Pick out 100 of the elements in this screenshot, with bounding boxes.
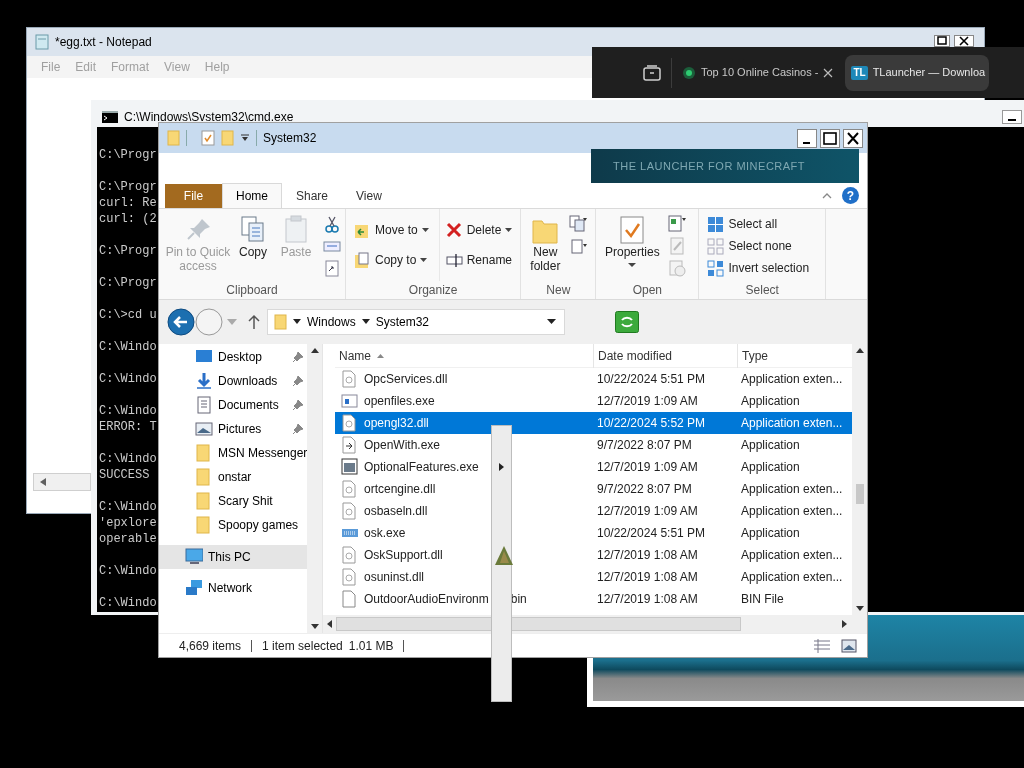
file-date: 12/7/2019 1:09 AM — [596, 393, 699, 410]
address-bar[interactable]: Windows System32 — [267, 309, 565, 335]
breadcrumb[interactable]: Windows — [307, 313, 356, 331]
ribbon-button[interactable]: New folder — [525, 209, 566, 281]
edit-icon[interactable] — [668, 237, 687, 255]
console-line: C:\Windo — [99, 451, 157, 467]
group-label: Organize — [407, 282, 459, 299]
site-logo: TL — [851, 65, 868, 80]
column-header[interactable]: Name — [335, 344, 593, 368]
close-icon[interactable] — [823, 67, 834, 78]
up-arrow-icon — [855, 348, 864, 353]
tab-group-icon[interactable] — [643, 64, 661, 81]
recent-locations-icon[interactable] — [227, 319, 237, 325]
down-arrow-icon — [310, 624, 319, 629]
ribbon-tab[interactable]: View — [342, 184, 396, 208]
horizontal-scrollbar[interactable] — [33, 473, 91, 491]
console-line: C:\Windo — [99, 499, 157, 515]
ribbon-button[interactable]: Properties — [600, 209, 665, 281]
details-view-icon[interactable] — [813, 638, 831, 653]
paste-shortcut-icon[interactable] — [323, 259, 341, 277]
vertical-scrollbar[interactable] — [307, 344, 322, 633]
back-button[interactable] — [167, 308, 195, 336]
folder-icon — [274, 314, 287, 330]
ribbon-button[interactable]: Move to — [354, 219, 429, 241]
maximize-button[interactable] — [934, 35, 950, 47]
maximize-button[interactable] — [820, 128, 840, 148]
file-name: OutdoorAudioEnvironm bin — [364, 591, 527, 608]
scrollbar-thumb[interactable] — [855, 484, 864, 504]
group-label: Open — [631, 282, 664, 299]
console-line: C:\Windo — [99, 371, 157, 387]
banner-text: THE LAUNCHER FOR MINECRAFT — [613, 158, 806, 174]
easy-access-icon[interactable] — [569, 237, 588, 255]
dropdown-arrow-icon[interactable] — [547, 319, 556, 325]
console-line: C:\Windo — [99, 339, 157, 355]
up-arrow-icon[interactable] — [247, 314, 261, 330]
folder-icon — [167, 130, 180, 146]
file-menu-tab[interactable]: File — [165, 184, 222, 208]
large-icons-view-icon[interactable] — [841, 638, 857, 653]
file-dll-icon — [341, 414, 358, 432]
file-name: OpcServices.dll — [364, 371, 448, 388]
window-title: System32 — [263, 130, 317, 147]
scrollbar-thumb[interactable] — [336, 617, 741, 631]
browser-tab[interactable]: TL TLauncher — Downloa — [845, 54, 990, 91]
close-button[interactable] — [954, 35, 974, 47]
file-dll-icon — [341, 370, 358, 388]
scissors-icon[interactable] — [323, 215, 341, 233]
folder-icon — [195, 468, 213, 486]
ribbon-button[interactable]: Copy — [233, 209, 273, 281]
file-date: 12/7/2019 1:09 AM — [596, 503, 699, 520]
file-name: ortcengine.dll — [364, 481, 436, 498]
horizontal-scrollbar[interactable] — [323, 615, 867, 633]
new-item-icon[interactable] — [569, 215, 588, 233]
pin-icon — [293, 376, 304, 386]
file-name: OskSupport.dll — [364, 547, 443, 564]
properties-icon — [618, 215, 647, 245]
file-type: Application — [740, 459, 801, 476]
file-dll-icon — [341, 480, 358, 498]
console-line: 'epxlore — [99, 515, 157, 531]
console-line: ERROR: T — [99, 419, 157, 435]
tab-title: TLauncher — Downloa — [872, 65, 986, 81]
close-button[interactable] — [843, 128, 863, 148]
file-type: Application exten... — [740, 503, 841, 520]
folder-icon — [221, 130, 234, 146]
file-window-icon — [341, 392, 358, 410]
file-date: 12/7/2019 1:08 AM — [596, 547, 699, 564]
selectall-icon — [707, 215, 725, 233]
breadcrumb-arrow-icon — [293, 319, 301, 325]
minimize-button[interactable] — [1002, 110, 1022, 124]
ribbon-button[interactable]: Select all — [707, 213, 810, 235]
open-icon[interactable] — [668, 215, 687, 233]
ribbon-button[interactable]: Copy to — [354, 249, 429, 271]
browser-tab[interactable]: Top 10 Online Casinos - — [676, 54, 838, 91]
rename-icon — [445, 251, 463, 269]
ribbon-tab[interactable]: Share — [282, 184, 343, 208]
collapse-ribbon-icon[interactable] — [822, 192, 832, 199]
checked-document-icon[interactable] — [201, 130, 215, 146]
selectnone-icon — [707, 237, 725, 255]
file-date: 10/22/2024 5:51 PM — [596, 371, 707, 388]
down-arrow-icon — [855, 606, 864, 611]
pin-icon — [293, 424, 304, 434]
dropdown-icon[interactable] — [240, 133, 250, 143]
refresh-button[interactable] — [615, 311, 639, 333]
help-button[interactable]: ? — [842, 187, 859, 204]
ribbon-tab[interactable]: Home — [222, 183, 282, 208]
ribbon-button[interactable]: Rename — [445, 249, 513, 271]
ribbon-button[interactable]: Delete — [445, 219, 513, 241]
group-label: New — [545, 282, 572, 299]
pictures-icon — [195, 420, 213, 438]
file-name: OpenWith.exe — [364, 437, 441, 454]
nav-item[interactable]: This PC — [159, 545, 308, 569]
minimize-button[interactable] — [797, 128, 817, 148]
breadcrumb[interactable]: System32 — [375, 313, 430, 331]
ribbon-button[interactable]: Invert selection — [707, 257, 810, 279]
console-line: C:\Windo — [99, 595, 157, 611]
file-type: Application — [740, 525, 801, 542]
file-type: BIN File — [740, 591, 785, 608]
tab-title: Top 10 Online Casinos - — [701, 65, 819, 81]
file-row[interactable]: opengl32.dll 10/22/2024 5:52 PM Application exten... — [335, 412, 852, 434]
console-line: C:\Progr — [99, 179, 157, 195]
ribbon-button[interactable]: Select none — [707, 235, 810, 257]
